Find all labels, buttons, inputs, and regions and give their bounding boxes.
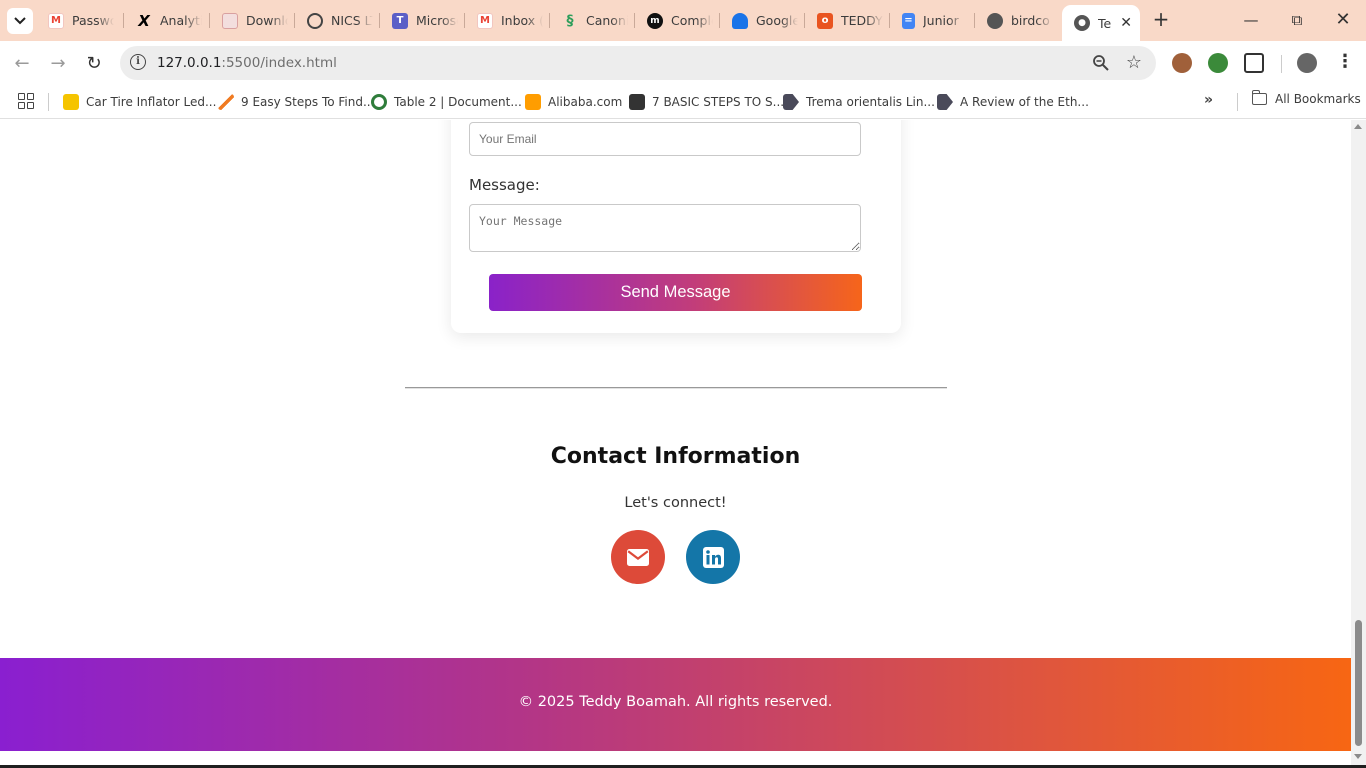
bookmark-item[interactable]: A Review of the Eth... — [937, 92, 1089, 112]
apps-grid-icon[interactable] — [18, 93, 34, 109]
reload-button[interactable]: ↻ — [82, 51, 106, 75]
bookmark-item[interactable]: 7 BASIC STEPS TO S... — [629, 92, 784, 112]
email-social-button[interactable] — [611, 530, 665, 584]
docs-icon: = — [902, 12, 915, 29]
bookmark-item[interactable]: Table 2 | Document... — [371, 92, 522, 112]
bookmark-favicon-icon — [371, 94, 387, 110]
tab-downloads[interactable]: Downlo — [210, 6, 296, 35]
globe-icon: ● — [1074, 15, 1090, 31]
bookmark-favicon-icon — [629, 94, 645, 110]
contact-info-title: Contact Information — [550, 444, 801, 469]
tab-google-contacts[interactable]: Google — [720, 6, 806, 35]
bookmark-divider — [48, 93, 49, 111]
tab-junior[interactable]: = Junior — [890, 6, 976, 35]
tab-inbox[interactable]: M Inbox ( — [465, 6, 551, 35]
tab-microsoft[interactable]: T Microso — [380, 6, 466, 35]
bookmarks-bar: Car Tire Inflator Led... 9 Easy Steps To… — [0, 85, 1366, 119]
minimize-button[interactable]: — — [1236, 8, 1266, 32]
scrollbar-thumb[interactable] — [1355, 620, 1362, 746]
restore-button[interactable]: ⧉ — [1282, 8, 1312, 32]
message-field[interactable] — [469, 204, 861, 252]
nics-icon — [307, 12, 323, 29]
tab-teddy[interactable]: o TEDDY — [805, 6, 891, 35]
tab-active[interactable]: ● Te ✕ — [1062, 5, 1140, 41]
site-info-icon[interactable]: i — [130, 54, 146, 70]
bookmark-item[interactable]: 9 Easy Steps To Find... — [218, 92, 374, 112]
m-icon: m — [647, 12, 663, 29]
new-tab-button[interactable]: + — [1150, 8, 1172, 30]
bookmark-item[interactable]: Alibaba.com — [525, 92, 622, 112]
teams-icon: T — [392, 12, 408, 29]
send-message-button[interactable]: Send Message — [489, 274, 862, 311]
close-tab-icon[interactable]: ✕ — [1120, 15, 1132, 31]
address-bar[interactable]: i 127.0.0.1:5500/index.html ☆ — [120, 46, 1156, 80]
bookmark-star-icon[interactable]: ☆ — [1126, 52, 1142, 73]
globe-extension-icon[interactable] — [1208, 53, 1228, 73]
bookmark-item[interactable]: Car Tire Inflator Led... — [63, 92, 216, 112]
ubuntu-icon: o — [817, 12, 833, 29]
toolbar-divider — [1281, 55, 1282, 73]
section-divider — [405, 387, 947, 389]
gmail-icon: M — [477, 12, 493, 29]
copyright-text: © 2025 Teddy Boamah. All rights reserved… — [518, 694, 833, 710]
tab-search-button[interactable] — [7, 8, 33, 34]
browser-toolbar: ← → ↻ i 127.0.0.1:5500/index.html ☆ ⋮ — [0, 41, 1366, 85]
canonical-icon: § — [566, 12, 574, 29]
zoom-icon[interactable] — [1092, 54, 1110, 76]
tab-strip: M Passwo X Analytic Downlo NICS LT T Mic… — [0, 0, 1366, 41]
linkedin-icon — [702, 546, 724, 568]
more-bookmarks-chevron-icon[interactable]: » — [1204, 92, 1213, 108]
tab-nics[interactable]: NICS LT — [295, 6, 381, 35]
contacts-icon — [732, 12, 748, 29]
contact-form-card: Message: Send Message — [451, 120, 901, 333]
bookmark-favicon-icon — [63, 94, 79, 110]
bookmark-favicon-icon — [937, 94, 953, 110]
back-button[interactable]: ← — [10, 51, 34, 75]
vertical-scrollbar[interactable] — [1351, 120, 1366, 768]
linkedin-social-button[interactable] — [686, 530, 740, 584]
close-window-button[interactable]: ✕ — [1328, 8, 1358, 32]
bookmark-divider — [1237, 93, 1238, 111]
bookmark-item[interactable]: Trema orientalis Lin... — [783, 92, 935, 112]
x-icon: X — [138, 11, 150, 30]
gmail-icon: M — [48, 12, 64, 29]
url-text[interactable]: 127.0.0.1:5500/index.html — [157, 55, 337, 71]
tab-analytics[interactable]: X Analytic — [124, 6, 210, 35]
folder-icon — [1251, 90, 1267, 105]
envelope-icon — [627, 548, 649, 566]
tab-canonical[interactable]: § Canoni — [550, 6, 636, 35]
email-field[interactable] — [469, 122, 861, 156]
download-icon — [222, 12, 238, 29]
page-footer: © 2025 Teddy Boamah. All rights reserved… — [0, 658, 1351, 751]
profile-avatar[interactable] — [1297, 53, 1317, 73]
scroll-down-arrow-icon[interactable] — [1354, 754, 1362, 759]
contact-info-subtitle: Let's connect! — [624, 495, 727, 511]
bookmark-favicon-icon — [783, 94, 799, 110]
menu-kebab-icon[interactable]: ⋮ — [1336, 51, 1354, 72]
extensions-puzzle-icon[interactable] — [1244, 53, 1264, 73]
bookmark-favicon-icon — [218, 94, 234, 110]
all-bookmarks-button[interactable]: All Bookmarks — [1251, 90, 1361, 106]
message-label: Message: — [469, 176, 540, 194]
bookmark-favicon-icon — [525, 94, 541, 110]
forward-button[interactable]: → — [46, 51, 70, 75]
cookie-extension-icon[interactable] — [1172, 53, 1192, 73]
tab-passwords[interactable]: M Passwo — [36, 6, 122, 35]
tab-complete[interactable]: m Comple — [635, 6, 721, 35]
chevron-down-icon — [14, 17, 26, 25]
tab-birdco[interactable]: birdco — [975, 6, 1061, 35]
scroll-up-arrow-icon[interactable] — [1354, 124, 1362, 129]
page-viewport: Message: Send Message Contact Informatio… — [0, 120, 1351, 768]
github-icon — [987, 12, 1003, 29]
